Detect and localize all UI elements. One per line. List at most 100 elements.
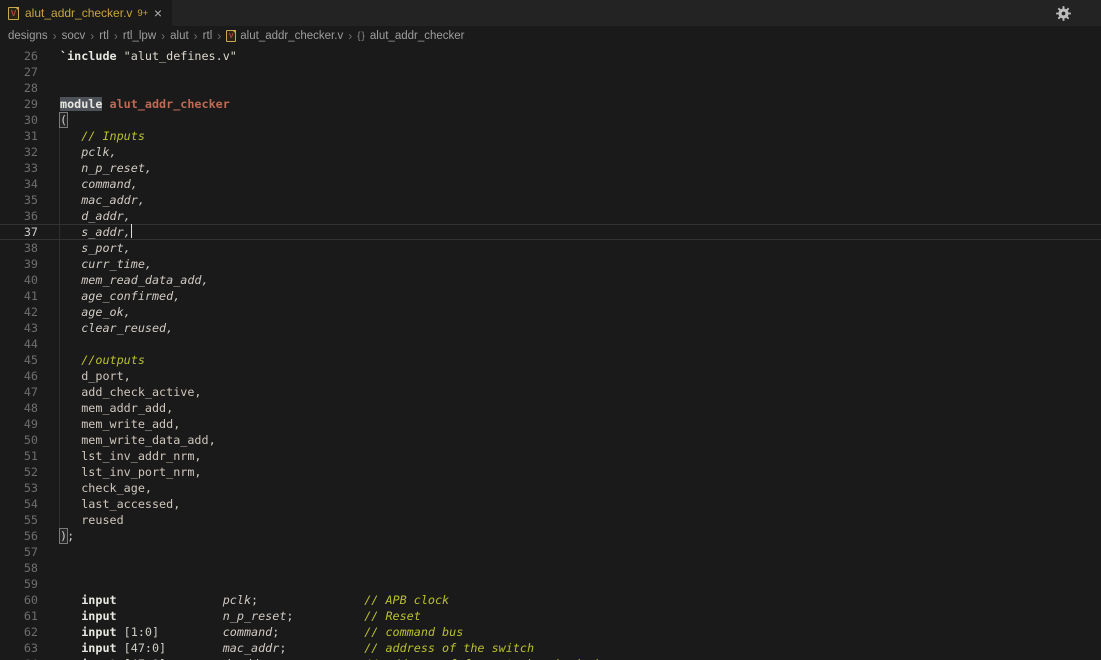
- code-text[interactable]: input [47:0] mac_addr; // address of the…: [38, 640, 534, 656]
- code-line[interactable]: 57: [0, 544, 1101, 560]
- line-number[interactable]: 52: [0, 464, 38, 480]
- code-line[interactable]: 47 add_check_active,: [0, 384, 1101, 400]
- code-text[interactable]: mem_read_data_add,: [38, 272, 209, 288]
- code-editor[interactable]: 26`include "alut_defines.v"272829module …: [0, 46, 1101, 660]
- code-line[interactable]: 43 clear_reused,: [0, 320, 1101, 336]
- code-text[interactable]: [38, 560, 60, 576]
- code-text[interactable]: lst_inv_addr_nrm,: [38, 448, 202, 464]
- line-number[interactable]: 47: [0, 384, 38, 400]
- line-number[interactable]: 35: [0, 192, 38, 208]
- tab-close-icon[interactable]: ×: [152, 6, 164, 20]
- code-line[interactable]: 53 check_age,: [0, 480, 1101, 496]
- line-number[interactable]: 39: [0, 256, 38, 272]
- code-text[interactable]: mem_write_data_add,: [38, 432, 216, 448]
- code-text[interactable]: input [47:0] d_addr; // address of frame…: [38, 656, 598, 660]
- code-text[interactable]: // Inputs: [38, 128, 145, 144]
- line-number[interactable]: 29: [0, 96, 38, 112]
- code-line[interactable]: 42 age_ok,: [0, 304, 1101, 320]
- breadcrumb-item-rtl[interactable]: rtl: [99, 30, 109, 42]
- code-text[interactable]: input n_p_reset; // Reset: [38, 608, 421, 624]
- breadcrumb-item-rtl_lpw[interactable]: rtl_lpw: [123, 30, 156, 42]
- code-line[interactable]: 39 curr_time,: [0, 256, 1101, 272]
- code-line[interactable]: 46 d_port,: [0, 368, 1101, 384]
- code-text[interactable]: );: [38, 528, 74, 544]
- settings-gear-icon[interactable]: [1056, 6, 1071, 21]
- code-text[interactable]: curr_time,: [38, 256, 152, 272]
- code-text[interactable]: [38, 336, 60, 352]
- code-line[interactable]: 36 d_addr,: [0, 208, 1101, 224]
- code-text[interactable]: //outputs: [38, 352, 145, 368]
- code-line[interactable]: 58: [0, 560, 1101, 576]
- line-number[interactable]: 42: [0, 304, 38, 320]
- line-number[interactable]: 54: [0, 496, 38, 512]
- code-text[interactable]: command,: [38, 176, 138, 192]
- code-text[interactable]: last_accessed,: [38, 496, 180, 512]
- line-number[interactable]: 59: [0, 576, 38, 592]
- code-text[interactable]: check_age,: [38, 480, 152, 496]
- line-number[interactable]: 61: [0, 608, 38, 624]
- code-text[interactable]: mac_addr,: [38, 192, 145, 208]
- line-number[interactable]: 58: [0, 560, 38, 576]
- code-line[interactable]: 55 reused: [0, 512, 1101, 528]
- tab-alut-addr-checker[interactable]: V alut_addr_checker.v 9+ ×: [0, 0, 172, 26]
- line-number[interactable]: 38: [0, 240, 38, 256]
- code-line[interactable]: 40 mem_read_data_add,: [0, 272, 1101, 288]
- code-line[interactable]: 41 age_confirmed,: [0, 288, 1101, 304]
- code-line[interactable]: 51 lst_inv_addr_nrm,: [0, 448, 1101, 464]
- code-text[interactable]: age_ok,: [38, 304, 131, 320]
- code-text[interactable]: mem_addr_add,: [38, 400, 173, 416]
- code-line[interactable]: 29module alut_addr_checker: [0, 96, 1101, 112]
- line-number[interactable]: 45: [0, 352, 38, 368]
- line-number[interactable]: 55: [0, 512, 38, 528]
- line-number[interactable]: 50: [0, 432, 38, 448]
- code-text[interactable]: clear_reused,: [38, 320, 173, 336]
- code-text[interactable]: [38, 544, 60, 560]
- breadcrumb-item-designs[interactable]: designs: [8, 30, 48, 42]
- code-line[interactable]: 27: [0, 64, 1101, 80]
- line-number[interactable]: 26: [0, 48, 38, 64]
- code-line[interactable]: 35 mac_addr,: [0, 192, 1101, 208]
- line-number[interactable]: 41: [0, 288, 38, 304]
- line-number[interactable]: 64: [0, 656, 38, 660]
- code-text[interactable]: module alut_addr_checker: [38, 96, 230, 112]
- line-number[interactable]: 40: [0, 272, 38, 288]
- line-number[interactable]: 53: [0, 480, 38, 496]
- code-text[interactable]: s_addr,: [38, 224, 132, 240]
- line-number[interactable]: 48: [0, 400, 38, 416]
- code-text[interactable]: d_addr,: [38, 208, 131, 224]
- code-line[interactable]: 44: [0, 336, 1101, 352]
- code-line[interactable]: 26`include "alut_defines.v": [0, 48, 1101, 64]
- code-line[interactable]: 45 //outputs: [0, 352, 1101, 368]
- code-line[interactable]: 63 input [47:0] mac_addr; // address of …: [0, 640, 1101, 656]
- line-number[interactable]: 27: [0, 64, 38, 80]
- code-text[interactable]: d_port,: [38, 368, 131, 384]
- code-line[interactable]: 34 command,: [0, 176, 1101, 192]
- code-text[interactable]: add_check_active,: [38, 384, 202, 400]
- line-number[interactable]: 62: [0, 624, 38, 640]
- code-text[interactable]: n_p_reset,: [38, 160, 152, 176]
- code-line[interactable]: 49 mem_write_add,: [0, 416, 1101, 432]
- code-line[interactable]: 32 pclk,: [0, 144, 1101, 160]
- code-text[interactable]: [38, 80, 60, 96]
- line-number[interactable]: 57: [0, 544, 38, 560]
- code-text[interactable]: `include "alut_defines.v": [38, 48, 237, 64]
- line-number[interactable]: 63: [0, 640, 38, 656]
- code-line[interactable]: 48 mem_addr_add,: [0, 400, 1101, 416]
- line-number[interactable]: 44: [0, 336, 38, 352]
- line-number[interactable]: 49: [0, 416, 38, 432]
- code-line[interactable]: 28: [0, 80, 1101, 96]
- breadcrumb-item-alut[interactable]: alut: [170, 30, 189, 42]
- line-number[interactable]: 60: [0, 592, 38, 608]
- line-number[interactable]: 36: [0, 208, 38, 224]
- code-text[interactable]: (: [38, 112, 67, 128]
- code-line[interactable]: 56);: [0, 528, 1101, 544]
- line-number[interactable]: 33: [0, 160, 38, 176]
- code-line[interactable]: 52 lst_inv_port_nrm,: [0, 464, 1101, 480]
- line-number[interactable]: 43: [0, 320, 38, 336]
- code-line[interactable]: 64 input [47:0] d_addr; // address of fr…: [0, 656, 1101, 660]
- code-line[interactable]: 62 input [1:0] command; // command bus: [0, 624, 1101, 640]
- breadcrumb-item-socv[interactable]: socv: [62, 30, 86, 42]
- breadcrumb-item-rtl[interactable]: rtl: [203, 30, 213, 42]
- code-text[interactable]: reused: [38, 512, 124, 528]
- code-line[interactable]: 38 s_port,: [0, 240, 1101, 256]
